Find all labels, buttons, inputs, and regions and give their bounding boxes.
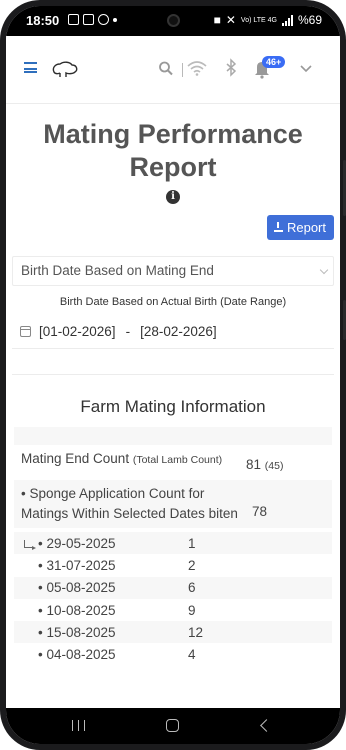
info-icon[interactable]: i — [166, 190, 180, 204]
list-item: • 04-08-2025 4 — [14, 643, 332, 665]
download-icon — [273, 222, 283, 232]
list-item-count: 9 — [188, 602, 196, 618]
date-from[interactable]: [01-02-2026] — [39, 324, 116, 339]
app-header: 46+ — [6, 36, 340, 104]
home-icon[interactable] — [166, 719, 179, 732]
search-icon[interactable] — [158, 58, 174, 78]
mating-end-count: 81 — [246, 457, 262, 472]
wifi-icon[interactable] — [186, 58, 208, 78]
mute-icon: ✕ — [225, 13, 236, 27]
menu-icon[interactable] — [24, 62, 37, 73]
screen: 18:50 ■ ✕ Vo) LTE 4G %69 46+ Mating Perf… — [6, 6, 340, 744]
sponge-row: • Sponge Application Count for Matings W… — [14, 480, 332, 528]
date-basis-value: Birth Date Based on Mating End — [21, 263, 214, 278]
system-nav-bar — [6, 708, 340, 744]
list-item-date: • 10-08-2025 — [38, 602, 116, 618]
mating-end-value: 81 (45) — [246, 449, 332, 476]
page-title: Mating Performance Report — [43, 119, 303, 182]
date-separator: - — [125, 323, 131, 339]
notification-icons — [68, 14, 117, 25]
notification-badge[interactable]: 46+ — [262, 56, 286, 68]
report-button[interactable]: Report — [266, 215, 334, 240]
list-item-date: • 15-08-2025 — [38, 624, 116, 640]
calendar-icon[interactable] — [20, 325, 31, 337]
sponge-label: • Sponge Application Count for Matings W… — [21, 486, 238, 521]
network-type-label: Vo) LTE 4G — [240, 16, 277, 24]
content-area: Mating Performance Report i Report Birth… — [6, 104, 340, 708]
signal-icon — [281, 14, 293, 26]
back-icon[interactable] — [260, 719, 273, 732]
date-range-picker[interactable]: [01-02-2026] - [28-02-2026] — [12, 318, 334, 344]
sheep-logo-icon[interactable] — [50, 60, 80, 80]
list-item: • 10-08-2025 9 — [14, 599, 332, 621]
report-row: Report — [6, 214, 340, 254]
more-notifications-icon — [113, 18, 117, 22]
date-list: • 29-05-2025 1 • 31-07-2025 2 • 05-08-20… — [14, 532, 332, 666]
sub-item-arrow-icon — [24, 540, 36, 550]
section-band — [14, 427, 332, 445]
list-item: • 15-08-2025 12 — [14, 621, 332, 644]
date-basis-select[interactable]: Birth Date Based on Mating End — [12, 256, 334, 286]
chevron-down-icon[interactable] — [298, 58, 314, 78]
list-item-count: 2 — [188, 557, 196, 573]
date-to[interactable]: [28-02-2026] — [140, 324, 217, 339]
lamb-count: (45) — [264, 460, 284, 472]
play-notification-icon — [83, 14, 94, 25]
bluetooth-icon[interactable] — [224, 58, 238, 78]
list-item: • 05-08-2025 6 — [14, 576, 332, 599]
list-item-date: • 31-07-2025 — [38, 557, 116, 573]
alarm-icon: ■ — [213, 13, 221, 27]
date-range-label: Birth Date Based on Actual Birth (Date R… — [59, 296, 287, 308]
recents-icon[interactable] — [72, 720, 85, 731]
mating-end-row: Mating End Count (Total Lamb Count) 81 (… — [14, 449, 332, 476]
status-time: 18:50 — [26, 13, 60, 28]
list-item-count: 1 — [188, 535, 196, 551]
list-item-count: 12 — [188, 624, 204, 640]
gallery-notification-icon — [68, 14, 79, 25]
mating-end-sub-label: (Total Lamb Count) — [132, 454, 223, 466]
list-item-count: 4 — [188, 647, 196, 663]
list-item: • 31-07-2025 2 — [14, 554, 332, 576]
list-item-date: • 05-08-2025 — [38, 580, 116, 596]
select-chevron-icon — [319, 265, 329, 275]
status-bar: 18:50 ■ ✕ Vo) LTE 4G %69 — [6, 6, 340, 36]
list-item-date: • 29-05-2025 — [38, 535, 116, 551]
mating-end-label-text: Mating End Count — [21, 451, 130, 466]
sponge-value: 78 — [252, 504, 268, 519]
empty-row — [12, 349, 334, 375]
list-item-date: • 04-08-2025 — [38, 647, 116, 663]
mating-end-label: Mating End Count (Total Lamb Count) — [14, 449, 246, 470]
system-icons: ■ ✕ Vo) LTE 4G %69 — [214, 13, 322, 27]
report-button-label: Report — [286, 220, 326, 235]
list-item-count: 6 — [188, 580, 196, 596]
battery-label: %69 — [297, 13, 322, 27]
phone-frame: 18:50 ■ ✕ Vo) LTE 4G %69 46+ Mating Perf… — [0, 0, 346, 750]
list-item: • 29-05-2025 1 — [14, 532, 332, 555]
whatsapp-notification-icon — [98, 14, 109, 25]
section-title: Farm Mating Information — [80, 397, 266, 416]
front-camera — [167, 14, 180, 27]
header-divider — [182, 63, 183, 77]
